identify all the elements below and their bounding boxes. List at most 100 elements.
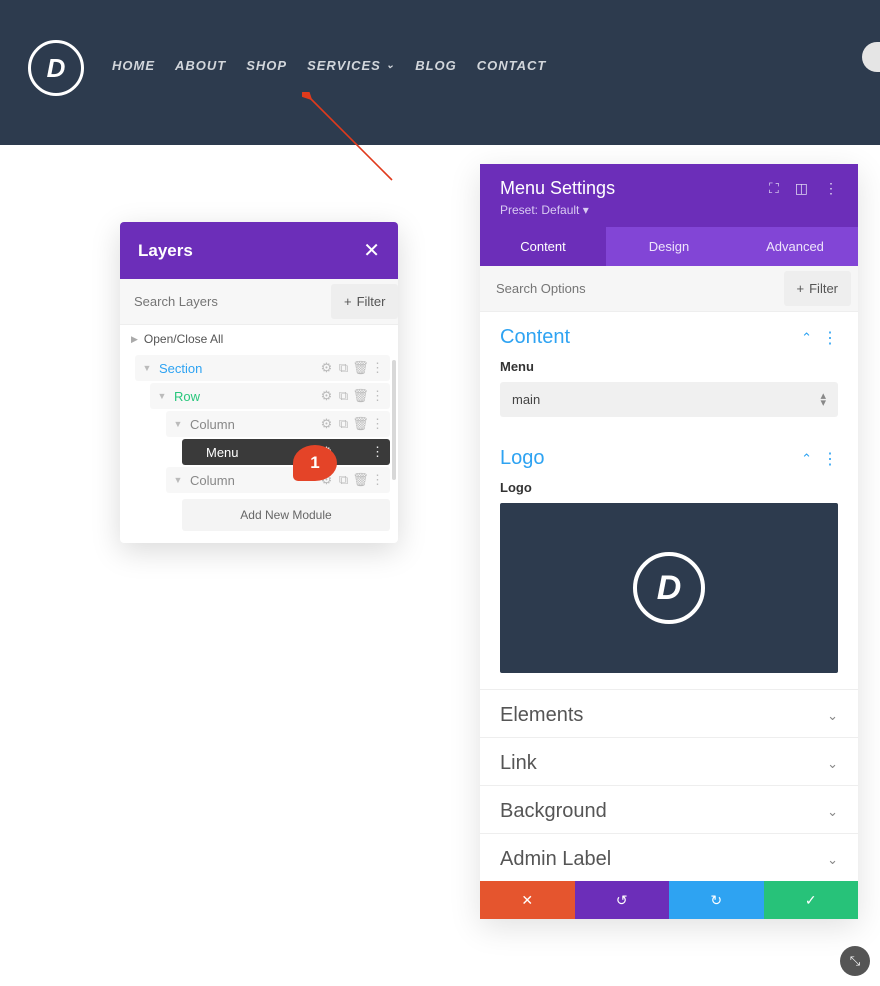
triangle-down-icon[interactable]: ▼: [170, 419, 186, 429]
trash-icon[interactable]: 🗑: [352, 388, 369, 404]
trash-icon[interactable]: 🗑: [352, 472, 369, 488]
layers-filter-button[interactable]: +Filter: [331, 284, 398, 319]
chevron-down-icon: ⌄: [827, 756, 838, 772]
layers-title: Layers: [138, 241, 193, 261]
logo-field-label: Logo: [500, 480, 838, 495]
logo-circle: D: [633, 552, 705, 624]
section-content-header[interactable]: Content ⌃⋮: [480, 312, 858, 359]
layers-header: Layers ✕: [120, 222, 398, 279]
cancel-button[interactable]: ✕: [480, 881, 575, 919]
close-icon[interactable]: ✕: [363, 238, 380, 263]
gear-icon[interactable]: ⚙: [318, 360, 335, 376]
settings-title: Menu Settings: [500, 178, 615, 199]
annotation-callout-1: 1: [293, 445, 337, 481]
logo-preview[interactable]: D: [500, 503, 838, 673]
more-icon[interactable]: ⋮: [369, 416, 386, 432]
gear-icon[interactable]: ⚙: [318, 416, 335, 432]
site-logo[interactable]: D: [28, 40, 84, 96]
save-button[interactable]: ✓: [764, 881, 859, 919]
preset-dropdown[interactable]: Preset: Default ▾: [500, 203, 838, 217]
section-logo-header[interactable]: Logo ⌃⋮: [480, 433, 858, 480]
layers-search-input[interactable]: [120, 283, 324, 320]
more-icon[interactable]: ⋮: [824, 180, 838, 197]
chevron-down-icon: ⌄: [827, 852, 838, 868]
menu-field-label: Menu: [500, 359, 838, 374]
more-icon[interactable]: ⋮: [369, 472, 386, 488]
close-icon: ✕: [521, 892, 533, 909]
more-icon[interactable]: ⋮: [369, 360, 386, 376]
nav-about[interactable]: ABOUT: [175, 58, 226, 73]
focus-icon[interactable]: ⛶: [769, 180, 779, 197]
snap-icon[interactable]: ◫: [795, 180, 808, 197]
chevron-down-icon: ⌄: [386, 60, 395, 71]
nav-blog[interactable]: BLOG: [415, 58, 457, 73]
redo-button[interactable]: ↻: [669, 881, 764, 919]
chevron-down-icon: ⌄: [827, 708, 838, 724]
settings-footer: ✕ ↺ ↻ ✓: [480, 881, 858, 919]
plus-icon: +: [344, 294, 352, 309]
more-icon[interactable]: ⋮: [822, 449, 838, 469]
tab-design[interactable]: Design: [606, 227, 732, 266]
nav-contact[interactable]: CONTACT: [477, 58, 547, 73]
nav-shop[interactable]: SHOP: [246, 58, 287, 73]
settings-header-icons: ⛶ ◫ ⋮: [769, 180, 838, 197]
tree-column[interactable]: ▼ Column ⚙ ⧉ 🗑 ⋮: [166, 411, 390, 437]
site-logo-letter: D: [47, 53, 66, 84]
more-icon[interactable]: ⋮: [369, 444, 386, 460]
section-elements-header[interactable]: Elements ⌄: [480, 690, 858, 737]
settings-filter-button[interactable]: +Filter: [784, 271, 851, 306]
gear-icon[interactable]: ⚙: [318, 388, 335, 404]
chevron-up-icon: ⌃: [801, 330, 812, 346]
duplicate-icon[interactable]: ⧉: [335, 416, 352, 432]
chevron-down-icon: ▾: [583, 203, 589, 217]
duplicate-icon[interactable]: ⧉: [335, 360, 352, 376]
layers-search-row: +Filter: [120, 279, 398, 325]
check-icon: ✓: [805, 892, 817, 909]
tree-column[interactable]: ▼ Column ⚙ ⧉ 🗑 ⋮: [166, 467, 390, 493]
layers-toggle-all[interactable]: ▶Open/Close All: [120, 325, 398, 353]
triangle-right-icon: ▶: [131, 334, 138, 345]
settings-search-input[interactable]: [480, 266, 777, 311]
tab-advanced[interactable]: Advanced: [732, 227, 858, 266]
trash-icon[interactable]: 🗑: [352, 416, 369, 432]
settings-header: Menu Settings ⛶ ◫ ⋮ Preset: Default ▾: [480, 164, 858, 227]
triangle-down-icon[interactable]: ▼: [154, 391, 170, 401]
scrollbar[interactable]: [392, 360, 396, 480]
nav-home[interactable]: HOME: [112, 58, 155, 73]
section-admin-label-header[interactable]: Admin Label ⌄: [480, 834, 858, 881]
chevron-up-icon: ⌃: [801, 451, 812, 467]
add-module-button[interactable]: Add New Module: [182, 499, 390, 531]
undo-button[interactable]: ↺: [575, 881, 670, 919]
more-icon[interactable]: ⋮: [822, 328, 838, 348]
menu-select[interactable]: main ▴▾: [500, 382, 838, 417]
undo-icon: ↺: [616, 892, 628, 909]
tab-content[interactable]: Content: [480, 227, 606, 266]
duplicate-icon[interactable]: ⧉: [335, 388, 352, 404]
plus-icon: +: [797, 281, 805, 296]
nav-menu: HOME ABOUT SHOP SERVICES⌄ BLOG CONTACT: [112, 58, 546, 73]
redo-icon: ↻: [710, 892, 722, 909]
triangle-down-icon[interactable]: ▼: [170, 475, 186, 485]
section-content-body: Menu main ▴▾: [480, 359, 858, 433]
layers-panel: Layers ✕ +Filter ▶Open/Close All ▼ Secti…: [120, 222, 398, 543]
trash-icon[interactable]: 🗑: [352, 360, 369, 376]
select-arrows-icon: ▴▾: [820, 393, 826, 407]
section-background-header[interactable]: Background ⌄: [480, 786, 858, 833]
duplicate-icon[interactable]: ⧉: [335, 472, 352, 488]
triangle-down-icon[interactable]: ▼: [139, 363, 155, 373]
section-link-header[interactable]: Link ⌄: [480, 738, 858, 785]
menu-settings-panel: Menu Settings ⛶ ◫ ⋮ Preset: Default ▾ Co…: [480, 164, 858, 919]
settings-body: Content ⌃⋮ Menu main ▴▾ Logo ⌃⋮ Logo D E…: [480, 312, 858, 881]
tree-row[interactable]: ▼ Row ⚙ ⧉ 🗑 ⋮: [150, 383, 390, 409]
tree-section[interactable]: ▼ Section ⚙ ⧉ 🗑 ⋮: [135, 355, 390, 381]
chevron-down-icon: ⌄: [827, 804, 838, 820]
top-navbar: D HOME ABOUT SHOP SERVICES⌄ BLOG CONTACT: [0, 0, 880, 145]
layers-tree: ▼ Section ⚙ ⧉ 🗑 ⋮ ▼ Row ⚙ ⧉ 🗑 ⋮ ▼ Column…: [120, 355, 398, 543]
section-logo-body: Logo D: [480, 480, 858, 689]
settings-tabs: Content Design Advanced: [480, 227, 858, 266]
expand-icon: ⤡: [850, 953, 860, 969]
nav-services[interactable]: SERVICES⌄: [307, 58, 395, 73]
more-icon[interactable]: ⋮: [369, 388, 386, 404]
tree-menu-module[interactable]: Menu ⚙ ⋮: [182, 439, 390, 465]
expand-button[interactable]: ⤡: [840, 946, 870, 976]
